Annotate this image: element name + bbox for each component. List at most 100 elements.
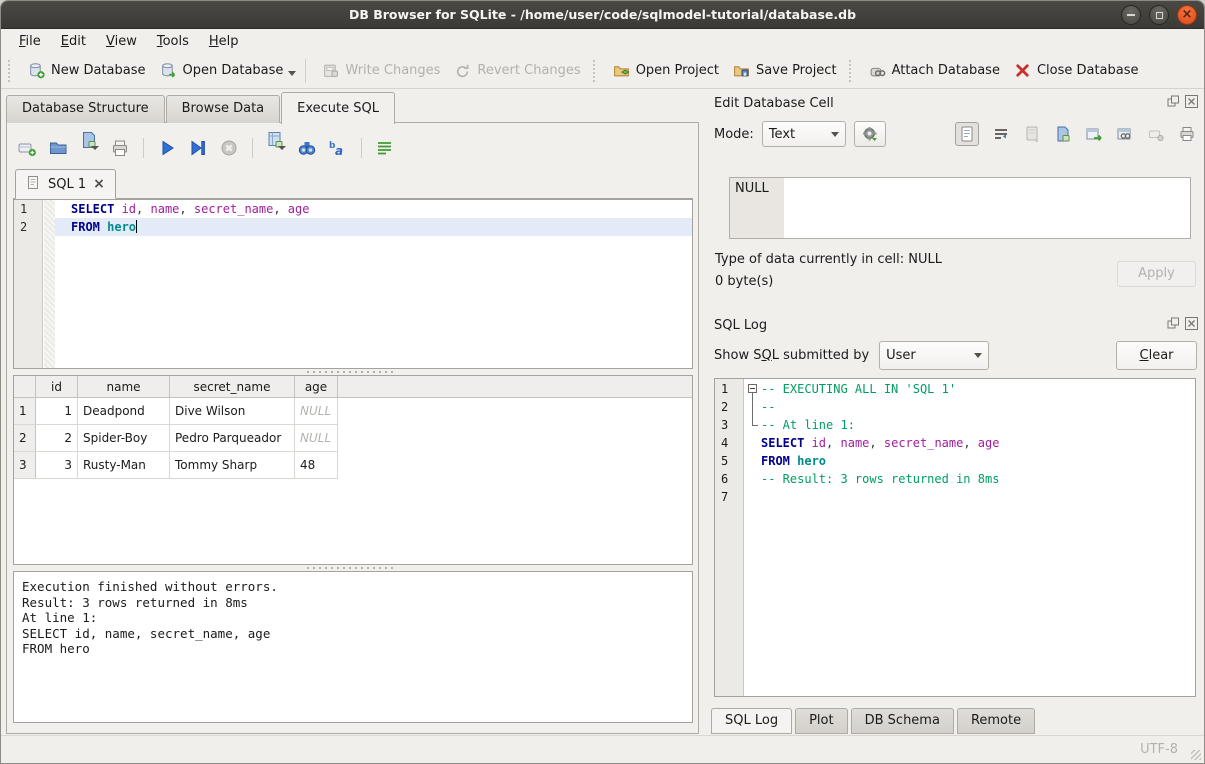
word-wrap-cell-icon[interactable] [992,125,1010,143]
execute-sql-icon[interactable] [157,138,177,158]
dock-float-icon[interactable] [1167,317,1180,334]
editor-results-splitter[interactable] [307,370,397,374]
import-data-icon[interactable] [1023,125,1041,143]
open-project-button[interactable]: Open Project [606,58,726,83]
sql-tab[interactable]: SQL 1 × [15,169,116,199]
maximize-button[interactable] [1149,5,1169,25]
results-header-age[interactable]: age [295,376,338,397]
cell-name[interactable]: Rusty-Man [78,452,170,478]
revert-changes-button[interactable]: Revert Changes [447,58,587,83]
cell-secret-name[interactable]: Tommy Sharp [170,452,295,478]
clear-log-button[interactable]: Clear [1116,341,1197,370]
stop-icon[interactable] [219,138,239,158]
close-button[interactable]: × [1177,5,1197,25]
cell-id[interactable]: 1 [36,398,78,424]
toolbar-drag-handle[interactable] [593,60,599,82]
open-sql-file-icon[interactable] [48,138,68,158]
new-database-button[interactable]: New Database [21,58,153,83]
toolbar-separator [252,138,253,158]
tab-plot[interactable]: Plot [795,708,848,734]
cell-secret-name[interactable]: Pedro Parqueador [170,425,295,451]
save-project-icon [733,62,750,79]
minimize-button[interactable] [1121,5,1141,25]
set-null-icon[interactable] [1147,125,1165,143]
save-sql-file-icon[interactable] [79,130,99,165]
cell-id[interactable]: 2 [36,425,78,451]
menu-tools[interactable]: Tools [147,32,199,51]
cell-age[interactable]: NULL [295,425,338,451]
sql-identifier: secret_name [187,202,274,216]
execution-status-box[interactable]: Execution finished without errors. Resul… [13,571,693,723]
open-database-button[interactable]: Open Database [153,58,291,83]
open-external-icon[interactable] [1085,125,1103,143]
results-corner-cell[interactable] [14,376,36,397]
dock-close-icon[interactable] [1185,317,1198,334]
close-database-button[interactable]: Close Database [1007,58,1146,83]
open-database-dropdown-icon[interactable] [288,71,296,80]
toolbar-drag-handle[interactable] [8,60,14,82]
dock-float-icon[interactable] [1167,95,1180,112]
tab-browse-data[interactable]: Browse Data [166,95,281,123]
cell-secret-name[interactable]: Dive Wilson [170,398,295,424]
export-results-icon[interactable] [266,130,286,165]
cell-name[interactable]: Deadpond [78,398,170,424]
titlebar[interactable]: DB Browser for SQLite - /home/user/code/… [1,1,1204,29]
save-project-button[interactable]: Save Project [726,58,844,83]
apply-settings-button[interactable] [854,121,886,147]
print-sql-icon[interactable] [110,138,130,158]
format-sql-icon[interactable]: ba [328,138,348,158]
line-number: 5 [715,451,743,469]
editor-line-number-gutter: 1 2 [14,200,43,368]
table-row[interactable]: 1 1 Deadpond Dive Wilson NULL [14,398,338,425]
open-database-icon [160,62,177,79]
cell-name[interactable]: Spider-Boy [78,425,170,451]
results-status-splitter[interactable] [307,566,397,570]
find-icon[interactable] [297,138,317,158]
fold-collapse-icon[interactable] [745,380,761,398]
copy-link-icon[interactable] [1116,125,1134,143]
results-header-name[interactable]: name [78,376,170,397]
sql-tab-close-icon[interactable]: × [93,176,105,192]
sql-editor[interactable]: 1 2 SELECT id, name, secret_name, age FR… [13,199,693,369]
results-grid[interactable]: id name secret_name age 1 1 Deadpond Div… [13,375,693,565]
tab-execute-sql[interactable]: Execute SQL [281,92,395,124]
tab-database-structure[interactable]: Database Structure [6,95,165,123]
tab-sql-log[interactable]: SQL Log [711,708,792,734]
table-row[interactable]: 2 2 Spider-Boy Pedro Parqueador NULL [14,425,338,452]
table-row[interactable]: 3 3 Rusty-Man Tommy Sharp 48 [14,452,338,479]
menu-file[interactable]: File [9,32,51,51]
apply-button[interactable]: Apply [1117,261,1196,287]
write-changes-button[interactable]: Write Changes [315,58,447,83]
cell-age[interactable]: 48 [295,452,338,478]
text-mode-icon[interactable] [955,122,979,146]
row-header[interactable]: 3 [14,452,36,478]
tab-remote[interactable]: Remote [957,708,1035,734]
encoding-indicator[interactable]: UTF-8 [1140,742,1178,757]
sql-log-view[interactable]: 1 2 3 4 5 6 7 -- EXECUTING ALL IN 'SQL 1… [714,378,1196,697]
mode-value: Text [769,127,795,142]
toolbar-drag-handle[interactable] [849,60,855,82]
menu-edit[interactable]: Edit [51,32,96,51]
dock-close-icon[interactable] [1185,95,1198,112]
export-data-icon[interactable] [1054,125,1072,143]
menu-view[interactable]: View [96,32,147,51]
cell-value-editor[interactable]: NULL [729,177,1191,239]
results-header-id[interactable]: id [36,376,78,397]
resize-grip[interactable] [1191,750,1201,760]
print-cell-icon[interactable] [1178,125,1196,143]
mode-select[interactable]: Text [762,121,846,147]
editor-line-1[interactable]: SELECT id, name, secret_name, age [55,200,692,218]
submitted-by-select[interactable]: User [879,341,989,370]
execute-current-line-icon[interactable] [188,138,208,158]
row-header[interactable]: 2 [14,425,36,451]
attach-database-button[interactable]: Attach Database [862,58,1007,83]
cell-age[interactable]: NULL [295,398,338,424]
row-header[interactable]: 1 [14,398,36,424]
menu-help[interactable]: Help [199,32,249,51]
tab-db-schema[interactable]: DB Schema [851,708,954,734]
editor-line-2[interactable]: FROM hero [55,218,692,236]
cell-id[interactable]: 3 [36,452,78,478]
word-wrap-icon[interactable] [375,138,395,158]
results-header-secret-name[interactable]: secret_name [170,376,295,397]
open-sql-tab-icon[interactable] [17,138,37,158]
